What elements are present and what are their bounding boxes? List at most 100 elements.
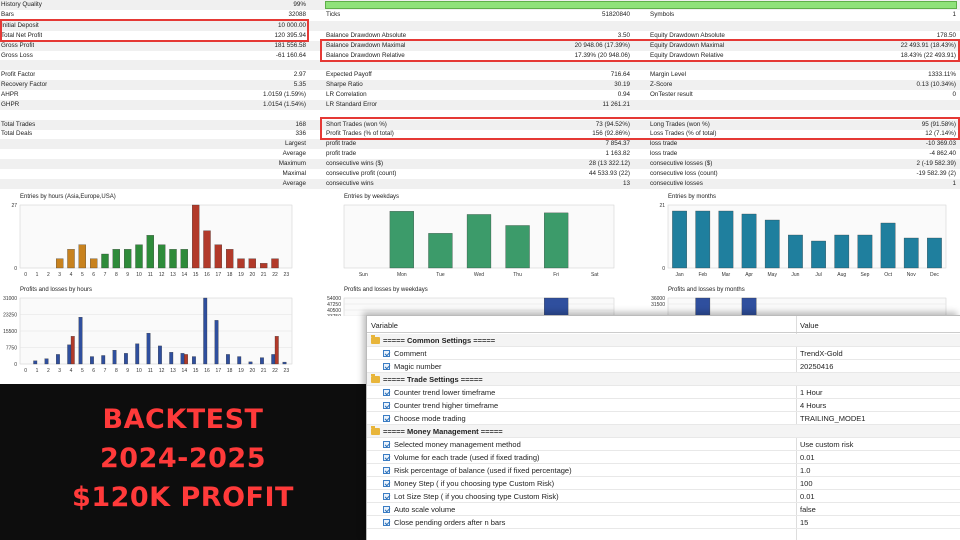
stat-value: 22 493.91 (18.43%) bbox=[900, 41, 956, 49]
bar-profit bbox=[192, 356, 196, 365]
param-value[interactable]: 1 Hour bbox=[800, 386, 823, 399]
x-tick-label: 23 bbox=[284, 272, 290, 278]
param-row[interactable]: Selected money management method Use cust… bbox=[367, 438, 960, 451]
param-value[interactable]: false bbox=[800, 503, 816, 516]
bar-bar bbox=[56, 258, 64, 269]
x-tick-label: 12 bbox=[159, 272, 165, 278]
param-row[interactable]: Counter trend lower timeframe 1 Hour bbox=[367, 386, 960, 399]
param-value[interactable]: 0.01 bbox=[800, 490, 815, 503]
bar-profit bbox=[226, 354, 230, 365]
bar-bar bbox=[834, 234, 850, 269]
stat-label: Total Deals bbox=[1, 130, 33, 138]
param-row[interactable]: Money Step ( if you choosing type Custom… bbox=[367, 477, 960, 490]
params-header: Variable Value bbox=[367, 319, 960, 333]
x-tick-label: 11 bbox=[148, 368, 153, 374]
bar-loss bbox=[70, 336, 75, 365]
checkbox-icon[interactable] bbox=[383, 350, 390, 357]
checkbox-icon[interactable] bbox=[383, 493, 390, 500]
stat-value: 30.19 bbox=[614, 81, 630, 89]
param-row[interactable]: Volume for each trade (used if fixed tra… bbox=[367, 451, 960, 464]
checkbox-icon[interactable] bbox=[383, 389, 390, 396]
checkbox-icon[interactable] bbox=[383, 402, 390, 409]
stat-value: -19 582.39 (2) bbox=[916, 169, 956, 177]
stats-row: Average profit trade 1 163.82 loss trade -4 … bbox=[0, 149, 960, 159]
x-tick-label: Thu bbox=[513, 272, 522, 278]
bar-profit bbox=[101, 355, 106, 365]
bar-bar bbox=[741, 297, 757, 316]
x-tick-label: Oct bbox=[884, 272, 892, 278]
bar-bar bbox=[811, 240, 826, 269]
checkbox-icon[interactable] bbox=[383, 519, 390, 526]
stat-label: consecutive wins bbox=[326, 179, 374, 187]
param-group-row[interactable]: ===== Common Settings ===== bbox=[367, 334, 960, 347]
param-row[interactable]: Auto scale volume false bbox=[367, 503, 960, 516]
bar-bar bbox=[880, 222, 896, 269]
param-row[interactable]: Risk percentage of balance (used if fixe… bbox=[367, 464, 960, 477]
param-row[interactable]: Magic number 20250416 bbox=[367, 360, 960, 373]
stats-row: Total Trades 168 Short Trades (won %) 73 (9… bbox=[0, 119, 960, 130]
bar-bar bbox=[146, 235, 154, 269]
stat-label: Total Trades bbox=[1, 120, 36, 128]
param-group-row[interactable]: ===== Trade Settings ===== bbox=[367, 373, 960, 386]
stat-label: loss trade bbox=[650, 140, 678, 148]
x-tick-label: 9 bbox=[126, 368, 129, 374]
backtest-report: History Quality 99% Bars 32088 Ticks 518… bbox=[0, 0, 960, 192]
bar-bar bbox=[927, 237, 942, 269]
param-value[interactable]: TRAILING_MODE1 bbox=[800, 412, 865, 425]
stat-value bbox=[230, 110, 306, 120]
stat-label: Short Trades (won %) bbox=[326, 120, 387, 128]
param-value[interactable]: 15 bbox=[800, 516, 808, 529]
stats-row: Total Net Profit 120 395.94 Balance Drawdo… bbox=[0, 31, 960, 41]
stat-value: -4 862.40 bbox=[929, 150, 956, 158]
x-tick-label: 3 bbox=[58, 272, 61, 278]
x-tick-label: Jan bbox=[676, 272, 684, 278]
param-value[interactable]: Use custom risk bbox=[800, 438, 853, 451]
param-value[interactable]: 100 bbox=[800, 477, 813, 490]
checkbox-icon[interactable] bbox=[383, 506, 390, 513]
param-row[interactable]: Choose mode trading TRAILING_MODE1 bbox=[367, 412, 960, 425]
bar-bar bbox=[544, 212, 569, 269]
chart-6: Profits and losses by months3600031500Ja… bbox=[648, 286, 958, 316]
bar-profit bbox=[260, 357, 264, 365]
param-row[interactable]: Lot Size Step ( if you choosing type Cus… bbox=[367, 490, 960, 503]
x-tick-label: 9 bbox=[126, 272, 129, 278]
param-value[interactable]: 20250416 bbox=[800, 360, 833, 373]
param-value[interactable]: 1.0 bbox=[800, 464, 810, 477]
param-value[interactable]: TrendX-Gold bbox=[800, 347, 843, 360]
chart-4: Profits and losses by hours 31000 23250 155… bbox=[0, 286, 310, 381]
checkbox-icon[interactable] bbox=[383, 415, 390, 422]
history-quality-bar bbox=[325, 1, 957, 9]
param-row[interactable]: Comment TrendX-Gold bbox=[367, 347, 960, 360]
stat-value: 2.97 bbox=[293, 71, 306, 79]
x-tick-label: 14 bbox=[182, 368, 188, 374]
param-name: Close pending orders after n bars bbox=[394, 518, 506, 527]
param-value[interactable]: 4 Hours bbox=[800, 399, 826, 412]
checkbox-icon[interactable] bbox=[383, 454, 390, 461]
param-value[interactable]: 0.01 bbox=[800, 451, 815, 464]
param-row[interactable]: Counter trend higher timeframe 4 Hours bbox=[367, 399, 960, 412]
param-name: Money Step ( if you choosing type Custom… bbox=[394, 479, 555, 488]
bar-bar bbox=[695, 297, 711, 316]
y-tick-label: 0 bbox=[662, 266, 665, 272]
y-tick-label: 27 bbox=[11, 203, 17, 209]
checkbox-icon[interactable] bbox=[383, 441, 390, 448]
stats-row: Maximal consecutive profit (count) 44 533.… bbox=[0, 169, 960, 179]
checkbox-icon[interactable] bbox=[383, 480, 390, 487]
checkbox-icon[interactable] bbox=[383, 467, 390, 474]
x-tick-label: 18 bbox=[227, 368, 233, 374]
x-tick-label: 18 bbox=[227, 272, 233, 278]
bar-bar bbox=[764, 219, 780, 269]
stat-value: 1.0154 (1.54%) bbox=[262, 100, 306, 108]
x-tick-label: 8 bbox=[115, 368, 118, 374]
stat-label: loss trade bbox=[650, 150, 678, 158]
bar-bar bbox=[214, 244, 222, 269]
param-row[interactable]: Close pending orders after n bars 15 bbox=[367, 516, 960, 529]
param-group-row[interactable]: ===== Money Management ===== bbox=[367, 425, 960, 438]
bar-bar bbox=[67, 249, 75, 269]
stat-label: LR Correlation bbox=[326, 90, 367, 98]
bar-profit bbox=[158, 345, 162, 365]
stat-value: 13 bbox=[622, 179, 630, 187]
stat-value bbox=[520, 21, 630, 31]
checkbox-icon[interactable] bbox=[383, 363, 390, 370]
folder-icon bbox=[371, 426, 380, 435]
